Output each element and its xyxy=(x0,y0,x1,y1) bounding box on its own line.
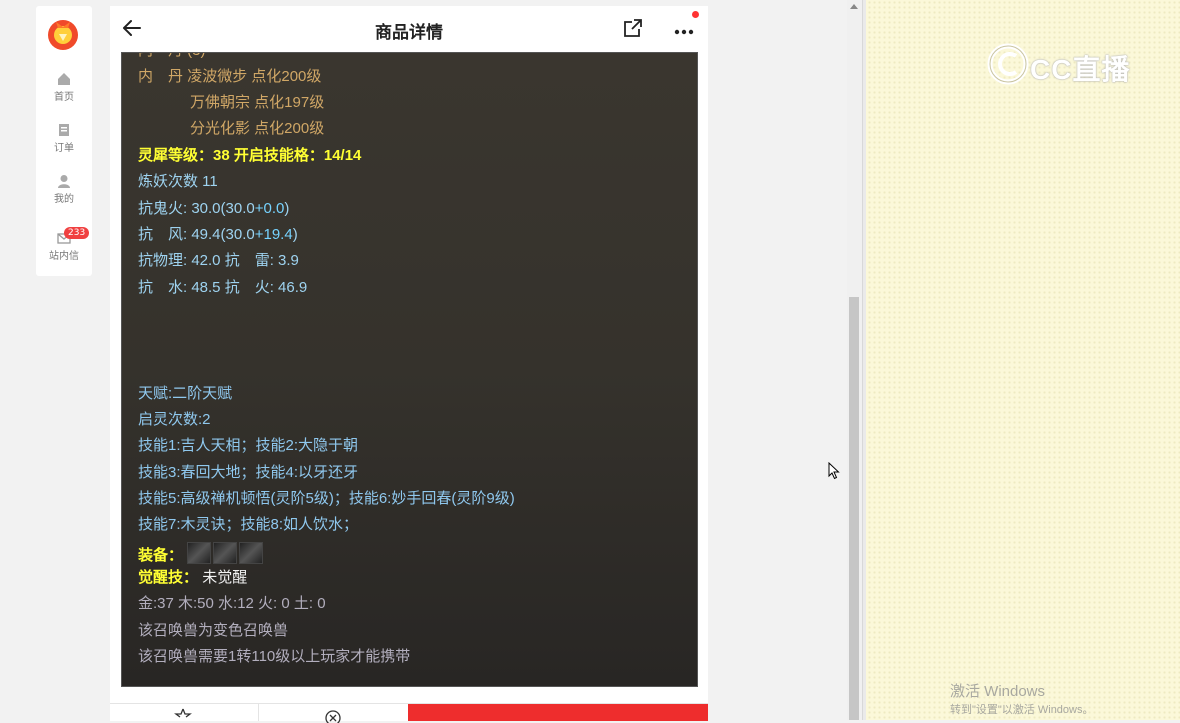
skills-1-2: 技能1:吉人天相；技能2:大隐于朝 xyxy=(138,437,359,454)
order-icon xyxy=(59,124,69,136)
sidebar: 首页 订单 我的 233 站内信 xyxy=(36,6,92,276)
mouse-cursor-icon xyxy=(828,462,840,480)
talent-line: 天赋:二阶天赋 xyxy=(138,385,233,402)
neidan-line-2: 万佛朝宗 点化197级 xyxy=(190,94,325,111)
message-count-badge: 233 xyxy=(64,227,90,239)
equipment-slot-icon[interactable] xyxy=(213,542,238,564)
home-icon xyxy=(58,73,70,85)
resist-ghostfire-bonus: +0.0 xyxy=(254,200,285,217)
service-icon[interactable] xyxy=(324,709,342,723)
app-logo-icon[interactable] xyxy=(44,14,82,52)
scroll-up-icon[interactable] xyxy=(850,4,858,9)
cut-off-line: 内 丹 (3) xyxy=(138,53,206,61)
share-icon[interactable] xyxy=(622,17,644,39)
qiling-count: 启灵次数:2 xyxy=(138,411,211,428)
resist-physical-thunder: 抗物理: 42.0 抗 雷: 3.9 xyxy=(138,252,299,269)
user-icon xyxy=(58,175,70,188)
lianyao-count: 炼妖次数 11 xyxy=(138,173,218,190)
page-header: 商品详情 xyxy=(110,6,708,52)
equipment-slot-icon[interactable] xyxy=(239,542,264,564)
product-detail-page: 商品详情 内 丹 (3) 内 丹 凌波微步 点化200级 万佛朝宗 点化197级… xyxy=(110,6,708,723)
scrollbar-thumb[interactable] xyxy=(849,297,859,720)
page-scrollbar[interactable] xyxy=(847,0,862,720)
neidan-value-1: 凌波微步 点化200级 xyxy=(187,68,322,85)
neidan-label: 内 丹 xyxy=(138,68,184,85)
resist-water-fire: 抗 水: 48.5 抗 火: 46.9 xyxy=(138,279,308,296)
skills-7-8: 技能7:木灵诀；技能8:如人饮水； xyxy=(138,516,359,533)
cc-live-watermark: CC直播 xyxy=(1030,54,1131,85)
notification-dot xyxy=(692,11,699,18)
sidebar-item-label: 首页 xyxy=(54,92,74,103)
equipment-line: 装备： xyxy=(138,542,265,566)
awaken-label: 觉醒技： xyxy=(138,569,199,586)
equipment-slot-icon[interactable] xyxy=(187,542,212,564)
resist-ghostfire-close: ) xyxy=(284,200,290,217)
window-divider xyxy=(862,0,866,720)
skills-5-6: 技能5:高级禅机顿悟(灵阶5级)；技能6:妙手回春(灵阶9级) xyxy=(138,490,515,507)
resist-wind-base: 抗 风: 49.4(30.0 xyxy=(138,226,255,243)
equipment-label: 装备： xyxy=(138,547,184,564)
page-title: 商品详情 xyxy=(375,23,443,42)
resist-ghostfire-base: 抗鬼火: 30.0(30.0 xyxy=(138,200,255,217)
buy-now-button[interactable] xyxy=(408,704,708,721)
lingxi-level: 灵犀等级：38 开启技能格：14/14 xyxy=(138,147,362,164)
neidan-line-3: 分光化影 点化200级 xyxy=(190,120,325,137)
desktop-background xyxy=(862,0,1180,720)
windows-activate-title: 激活 Windows xyxy=(950,683,1046,700)
bottom-separator xyxy=(258,704,259,721)
pet-details-panel: 内 丹 (3) 内 丹 凌波微步 点化200级 万佛朝宗 点化197级 分光化影… xyxy=(121,52,698,687)
sidebar-item-label: 我的 xyxy=(54,194,74,205)
sidebar-item-label: 站内信 xyxy=(49,251,79,262)
resist-wind-close: ) xyxy=(292,226,298,243)
resist-wind: 抗 风: 49.4(30.0+19.4) xyxy=(138,225,298,245)
awaken-line: 觉醒技： 未觉醒 xyxy=(138,568,247,588)
sidebar-item-label: 订单 xyxy=(54,143,74,154)
sidebar-item-home[interactable]: 首页 xyxy=(36,72,92,103)
sidebar-item-messages[interactable]: 233 站内信 xyxy=(36,227,92,262)
windows-activate-hint: 转到"设置"以激活 Windows。 xyxy=(950,704,1094,716)
awaken-value: 未觉醒 xyxy=(202,569,248,586)
neidan-line-1: 内 丹 凌波微步 点化200级 xyxy=(138,67,321,87)
sidebar-item-orders[interactable]: 订单 xyxy=(36,123,92,154)
carry-requirement: 该召唤兽需要1转110级以上玩家才能携带 xyxy=(138,648,411,665)
more-icon[interactable] xyxy=(670,18,700,40)
resist-ghostfire: 抗鬼火: 30.0(30.0+0.0) xyxy=(138,199,289,219)
bottom-action-bar xyxy=(110,703,708,723)
sidebar-item-mine[interactable]: 我的 xyxy=(36,174,92,205)
skills-3-4: 技能3:春回大地；技能4:以牙还牙 xyxy=(138,464,359,481)
five-elements: 金:37 木:50 水:12 火: 0 土: 0 xyxy=(138,595,326,612)
color-variant-note: 该召唤兽为变色召唤兽 xyxy=(138,622,289,639)
resist-wind-bonus: +19.4 xyxy=(254,226,293,243)
